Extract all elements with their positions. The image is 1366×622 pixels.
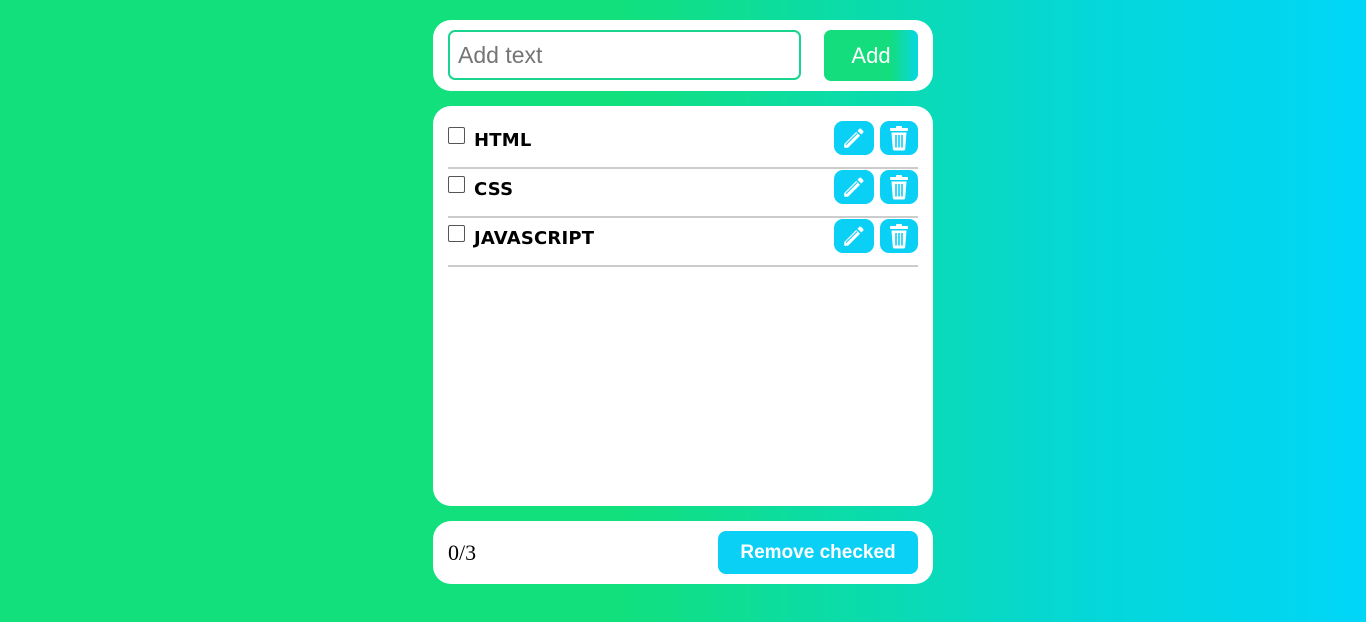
todo-list-panel: HTML CSS JAVASCRIPT — [433, 106, 933, 506]
delete-button[interactable] — [880, 219, 918, 253]
todo-checkbox[interactable] — [448, 225, 465, 242]
trash-icon — [890, 125, 908, 150]
todo-label: HTML — [474, 130, 532, 151]
remove-checked-button[interactable]: Remove checked — [718, 531, 918, 574]
trash-icon — [890, 174, 908, 199]
delete-button[interactable] — [880, 170, 918, 204]
todo-checkbox[interactable] — [448, 127, 465, 144]
checked-counter: 0/3 — [448, 540, 477, 565]
todo-text-input[interactable] — [448, 30, 801, 80]
list-item: HTML — [448, 120, 918, 169]
todo-list: HTML CSS JAVASCRIPT — [448, 120, 918, 267]
add-todo-panel: Add — [433, 20, 933, 91]
todo-checkbox[interactable] — [448, 176, 465, 193]
add-button[interactable]: Add — [824, 30, 918, 81]
delete-button[interactable] — [880, 121, 918, 155]
trash-icon — [890, 223, 908, 248]
pencil-icon — [844, 128, 864, 148]
list-item: CSS — [448, 169, 918, 218]
footer-panel: 0/3 Remove checked — [433, 521, 933, 584]
todo-label: JAVASCRIPT — [474, 228, 595, 249]
edit-button[interactable] — [834, 170, 874, 204]
pencil-icon — [844, 226, 864, 246]
list-item: JAVASCRIPT — [448, 218, 918, 267]
edit-button[interactable] — [834, 219, 874, 253]
pencil-icon — [844, 177, 864, 197]
todo-label: CSS — [474, 179, 514, 200]
edit-button[interactable] — [834, 121, 874, 155]
